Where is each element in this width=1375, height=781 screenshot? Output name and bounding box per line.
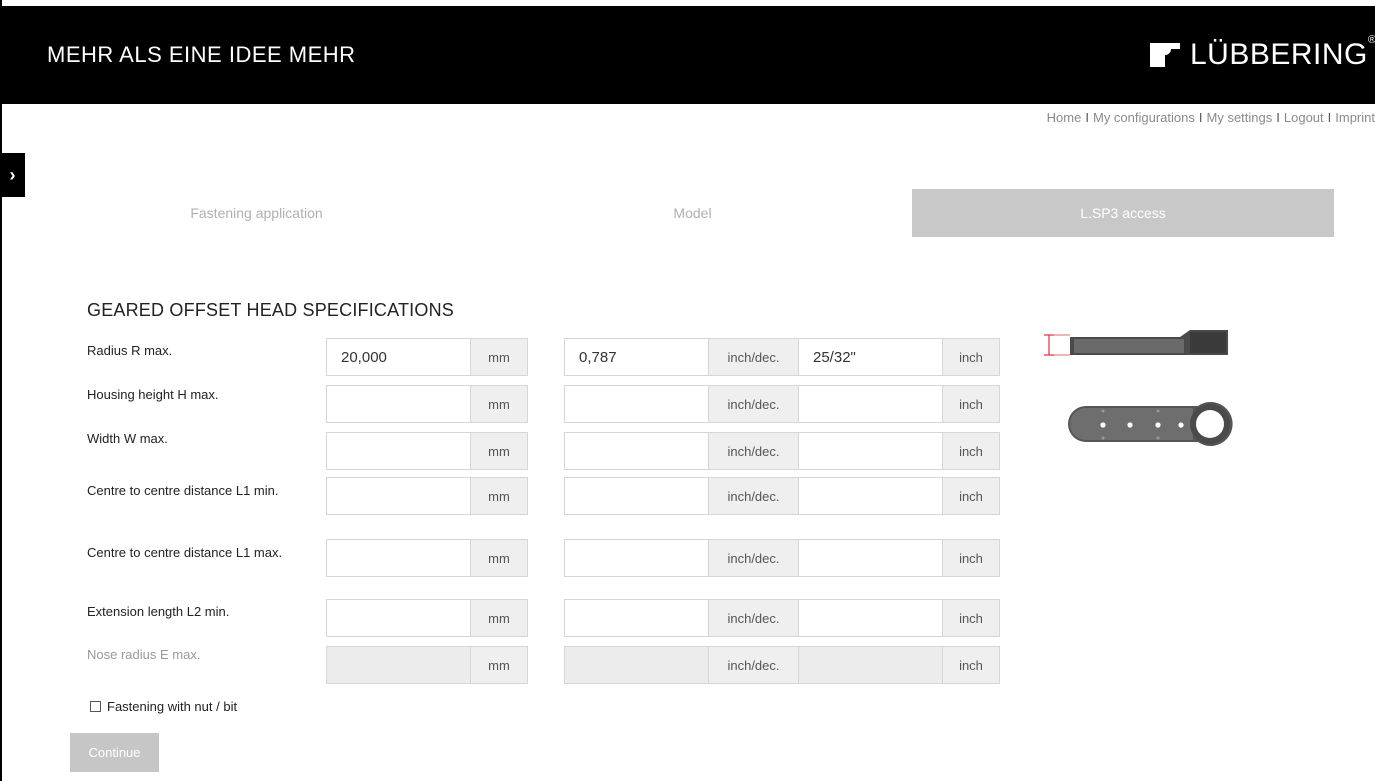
geared-head-top-view-icon — [1068, 402, 1233, 446]
row-label: Nose radius E max. — [87, 647, 201, 662]
row-label: Centre to centre distance L1 max. — [87, 545, 283, 560]
nav-imprint-link[interactable]: Imprint — [1335, 110, 1375, 125]
unit-mm-label: mm — [470, 477, 528, 515]
spec-row-l1-min: Centre to centre distance L1 min. mm inc… — [0, 477, 1375, 517]
radius-mm-input[interactable] — [326, 338, 471, 376]
unit-inch-label: inch — [942, 432, 1000, 470]
l1-min-inch-input[interactable] — [798, 477, 943, 515]
sidebar-toggle-button[interactable]: › — [0, 153, 25, 197]
unit-inch-dec-label: inch/dec. — [708, 646, 799, 684]
housing-height-inch-input[interactable] — [798, 385, 943, 423]
unit-mm-label: mm — [470, 646, 528, 684]
unit-inch-dec-label: inch/dec. — [708, 477, 799, 515]
unit-inch-dec-label: inch/dec. — [708, 599, 799, 637]
unit-mm-label: mm — [470, 539, 528, 577]
fastening-checkbox-label: Fastening with nut / bit — [107, 699, 238, 714]
site-header: MEHR ALS EINE IDEE MEHR LÜBBERING® — [0, 6, 1375, 104]
l2-min-inch-input[interactable] — [798, 599, 943, 637]
spec-row-extension-length: Extension length L2 min. mm inch/dec. in… — [0, 599, 1375, 639]
unit-inch-label: inch — [942, 539, 1000, 577]
fastening-checkbox[interactable] — [90, 701, 101, 712]
nav-home-link[interactable]: Home — [1047, 110, 1082, 125]
section-title: GEARED OFFSET HEAD SPECIFICATIONS — [87, 300, 454, 320]
row-label: Extension length L2 min. — [87, 604, 230, 619]
nav-separator: I — [1085, 110, 1089, 125]
row-label: Housing height H max. — [87, 387, 219, 402]
nav-separator: I — [1276, 110, 1280, 125]
nav-logout-link[interactable]: Logout — [1284, 110, 1324, 125]
nose-radius-mm-input — [326, 646, 471, 684]
tab-fastening-application[interactable]: Fastening application — [40, 189, 473, 237]
unit-inch-dec-label: inch/dec. — [708, 385, 799, 423]
l2-min-mm-input[interactable] — [326, 599, 471, 637]
unit-inch-dec-label: inch/dec. — [708, 338, 799, 376]
nav-my-configurations-link[interactable]: My configurations — [1093, 110, 1195, 125]
l1-max-inch-input[interactable] — [798, 539, 943, 577]
width-inch-dec-input[interactable] — [564, 432, 709, 470]
unit-inch-label: inch — [942, 338, 1000, 376]
unit-mm-label: mm — [470, 599, 528, 637]
nose-radius-inch-dec-input — [564, 646, 709, 684]
nav-separator: I — [1198, 110, 1203, 125]
unit-inch-label: inch — [942, 599, 1000, 637]
unit-mm-label: mm — [470, 385, 528, 423]
unit-mm-label: mm — [470, 432, 528, 470]
logo-mark-icon — [1150, 43, 1180, 67]
row-label: Width W max. — [87, 431, 168, 446]
l1-max-mm-input[interactable] — [326, 539, 471, 577]
nav-separator: I — [1327, 110, 1332, 125]
housing-height-inch-dec-input[interactable] — [564, 385, 709, 423]
width-inch-input[interactable] — [798, 432, 943, 470]
spec-row-l1-max: Centre to centre distance L1 max. mm inc… — [0, 539, 1375, 579]
site-tagline: MEHR ALS EINE IDEE MEHR — [47, 42, 356, 67]
continue-button[interactable]: Continue — [70, 733, 159, 772]
top-navigation: Home I My configurations I My settings I Logou… — [1047, 110, 1375, 125]
chevron-right-icon: › — [9, 164, 16, 185]
housing-height-mm-input[interactable] — [326, 385, 471, 423]
tab-lsp3-access[interactable]: L.SP3 access — [912, 189, 1334, 237]
tab-model[interactable]: Model — [473, 189, 912, 237]
radius-inch-dec-input[interactable] — [564, 338, 709, 376]
unit-inch-dec-label: inch/dec. — [708, 432, 799, 470]
row-label: Radius R max. — [87, 343, 173, 358]
nose-radius-inch-input — [798, 646, 943, 684]
fastening-nut-bit-option[interactable]: Fastening with nut / bit — [90, 699, 237, 714]
tab-label: Fastening application — [190, 205, 323, 221]
spec-row-nose-radius: Nose radius E max. mm inch/dec. inch — [0, 646, 1375, 686]
tab-label: Model — [673, 205, 712, 221]
tab-label: L.SP3 access — [1080, 205, 1166, 221]
radius-inch-input[interactable] — [798, 338, 943, 376]
logo-text: LÜBBERING® — [1190, 34, 1375, 71]
geared-head-side-view-icon — [1044, 330, 1228, 356]
unit-inch-label: inch — [942, 646, 1000, 684]
l1-max-inch-dec-input[interactable] — [564, 539, 709, 577]
continue-button-label: Continue — [88, 745, 141, 760]
unit-inch-label: inch — [942, 477, 1000, 515]
row-label: Centre to centre distance L1 min. — [87, 483, 279, 498]
brand-logo[interactable]: LÜBBERING® — [1150, 34, 1375, 75]
l1-min-mm-input[interactable] — [326, 477, 471, 515]
l2-min-inch-dec-input[interactable] — [564, 599, 709, 637]
unit-inch-label: inch — [942, 385, 1000, 423]
l1-min-inch-dec-input[interactable] — [564, 477, 709, 515]
width-mm-input[interactable] — [326, 432, 471, 470]
unit-mm-label: mm — [470, 338, 528, 376]
unit-inch-dec-label: inch/dec. — [708, 539, 799, 577]
nav-my-settings-link[interactable]: My settings — [1207, 110, 1273, 125]
